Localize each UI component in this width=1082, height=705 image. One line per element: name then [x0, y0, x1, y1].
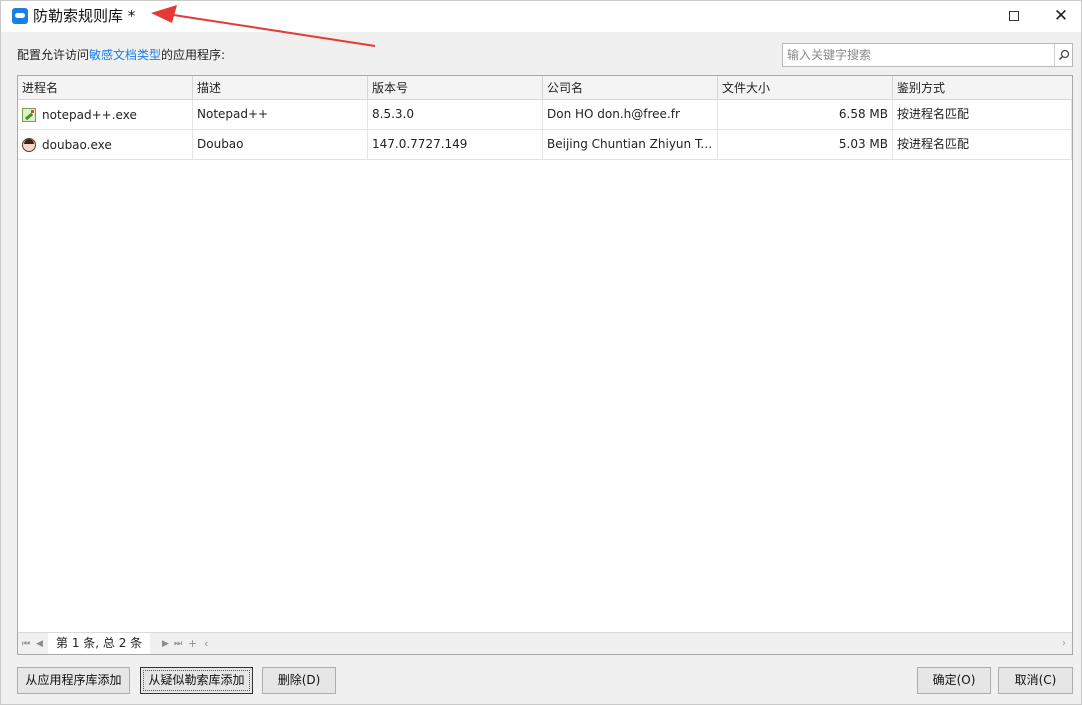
- pager-label: 第 1 条, 总 2 条: [48, 633, 151, 654]
- notepad-icon: [22, 108, 36, 122]
- column-header-auth[interactable]: 鉴别方式: [893, 76, 1072, 100]
- process-name: notepad++.exe: [42, 107, 137, 122]
- cell-process: doubao.exe: [18, 130, 193, 160]
- close-icon: ✕: [1053, 5, 1069, 26]
- column-header-size[interactable]: 文件大小: [718, 76, 893, 100]
- rule-library-dialog: 防勒索规则库 * ✕ 配置允许访问敏感文档类型的应用程序: 进程名 描述 版本号…: [0, 0, 1082, 705]
- search-button[interactable]: [1054, 44, 1072, 66]
- intro-text: 配置允许访问敏感文档类型的应用程序:: [17, 47, 225, 63]
- delete-button[interactable]: 删除(D): [262, 667, 336, 694]
- add-row-icon[interactable]: +: [188, 637, 197, 651]
- table-body: notepad++.exe Notepad++ 8.5.3.0 Don HO d…: [18, 100, 1072, 160]
- cell-auth: 按进程名匹配: [893, 130, 1072, 160]
- first-page-icon[interactable]: ⏮: [22, 637, 30, 651]
- cell-description: Notepad++: [193, 100, 368, 130]
- table-row[interactable]: notepad++.exe Notepad++ 8.5.3.0 Don HO d…: [18, 100, 1072, 130]
- last-page-icon[interactable]: ⏭: [174, 637, 182, 651]
- next-page-icon[interactable]: ▶: [162, 637, 169, 651]
- window-title: 防勒索规则库 *: [33, 7, 136, 25]
- process-name: doubao.exe: [42, 137, 112, 152]
- search-input[interactable]: [783, 44, 1053, 66]
- sensitive-doc-types-link[interactable]: 敏感文档类型: [89, 48, 161, 62]
- cell-size: 5.03 MB: [718, 130, 893, 160]
- cell-company: Don HO don.h@free.fr: [543, 100, 718, 130]
- search-box: [782, 43, 1073, 67]
- cell-auth: 按进程名匹配: [893, 100, 1072, 130]
- maximize-icon: [1009, 11, 1019, 21]
- column-header-process[interactable]: 进程名: [18, 76, 193, 100]
- cell-description: Doubao: [193, 130, 368, 160]
- column-header-company[interactable]: 公司名: [543, 76, 718, 100]
- intro-suffix: 的应用程序:: [161, 48, 226, 62]
- scroll-right-icon[interactable]: ›: [1062, 637, 1066, 651]
- cell-version: 8.5.3.0: [368, 100, 543, 130]
- cell-size: 6.58 MB: [718, 100, 893, 130]
- prev-page-icon[interactable]: ◀: [36, 637, 43, 651]
- table-header: 进程名 描述 版本号 公司名 文件大小 鉴别方式: [18, 76, 1072, 100]
- cancel-button[interactable]: 取消(C): [998, 667, 1073, 694]
- doubao-icon: [22, 138, 36, 152]
- app-table: 进程名 描述 版本号 公司名 文件大小 鉴别方式 notepad++.exe N…: [17, 75, 1073, 655]
- table-row[interactable]: doubao.exe Doubao 147.0.7727.149 Beijing…: [18, 130, 1072, 160]
- column-header-version[interactable]: 版本号: [368, 76, 543, 100]
- add-from-ransom-library-button[interactable]: 从疑似勒索库添加: [140, 667, 253, 694]
- title-bar[interactable]: 防勒索规则库 * ✕: [1, 1, 1081, 32]
- close-button[interactable]: ✕: [1038, 1, 1082, 31]
- cell-company: Beijing Chuntian Zhiyun Tec...: [543, 130, 718, 160]
- search-icon: [1058, 49, 1069, 60]
- intro-prefix: 配置允许访问: [17, 48, 90, 62]
- app-logo-icon: [12, 8, 28, 24]
- scroll-left-icon[interactable]: ‹: [204, 637, 208, 651]
- cell-version: 147.0.7727.149: [368, 130, 543, 160]
- maximize-button[interactable]: [991, 1, 1037, 31]
- ok-button[interactable]: 确定(O): [917, 667, 991, 694]
- cell-process: notepad++.exe: [18, 100, 193, 130]
- pager-bar: ⏮ ◀ 第 1 条, 总 2 条 ▶ ⏭ + ‹ ›: [18, 632, 1072, 654]
- column-header-description[interactable]: 描述: [193, 76, 368, 100]
- add-from-app-library-button[interactable]: 从应用程序库添加: [17, 667, 130, 694]
